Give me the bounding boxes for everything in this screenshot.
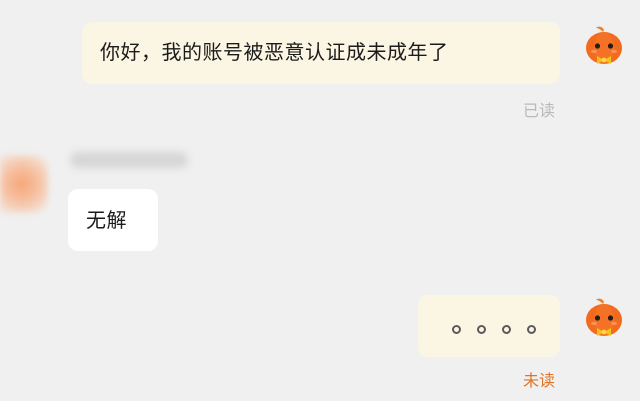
contact-avatar[interactable] [0,155,48,213]
read-status: 已读 [523,101,556,120]
pumpkin-avatar-icon [586,298,622,336]
my-message-bubble-1[interactable]: 你好，我的账号被恶意认证成未成年了 [82,22,560,84]
ellipsis-dots [452,324,536,334]
my-avatar[interactable] [582,296,626,340]
contact-name-blurred [70,152,188,168]
my-avatar[interactable] [582,24,626,68]
message-text: 你好，我的账号被恶意认证成未成年了 [100,40,449,64]
dot [452,324,461,334]
their-message-bubble[interactable]: 无解 [68,189,158,251]
message-text: 无解 [86,208,127,232]
pumpkin-avatar-icon [586,26,622,64]
dot [502,324,511,334]
dot [477,324,486,334]
dot [527,324,536,334]
my-message-bubble-2[interactable]: 。。。。 [418,295,560,357]
unread-status: 未读 [523,371,556,390]
